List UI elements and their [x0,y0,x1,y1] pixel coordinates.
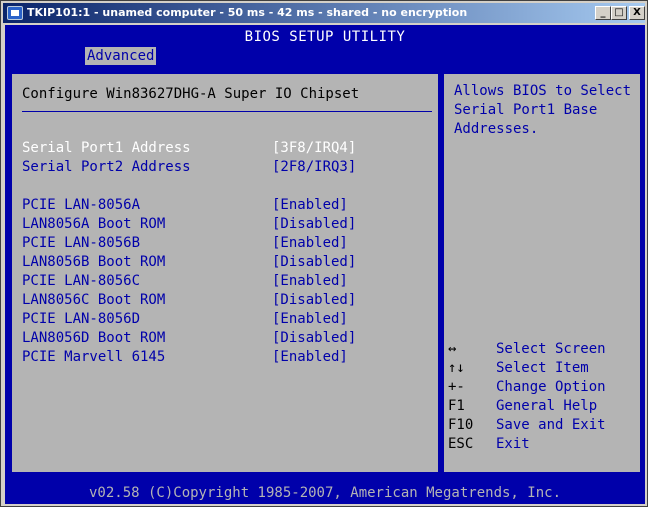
key-name: F10 [448,417,474,433]
setting-row[interactable]: PCIE LAN-8056C [Enabled] [22,272,432,291]
section-divider [22,111,432,112]
section-title: Configure Win83627DHG-A Super IO Chipset [22,86,360,102]
key-description: Save and Exit [496,417,606,433]
bios-screen: BIOS SETUP UTILITY Advanced Configure Wi… [5,25,645,504]
setting-label: PCIE LAN-8056C [22,273,141,289]
setting-value[interactable]: [Enabled] [272,348,348,367]
setting-value[interactable]: [Enabled] [272,272,348,291]
setting-label: PCIE LAN-8056A [22,197,141,213]
setting-label: LAN8056B Boot ROM [22,254,166,270]
key-name: +- [448,379,465,395]
tab-advanced[interactable]: Advanced [85,47,157,65]
setting-value[interactable]: [Disabled] [272,329,356,348]
setting-label: LAN8056C Boot ROM [22,292,166,308]
setting-value[interactable]: [2F8/IRQ3] [272,158,356,177]
key-legend-row: ↑↓ Select Item [448,359,640,378]
key-name: ↔ [448,341,457,357]
setting-row[interactable]: LAN8056C Boot ROM [Disabled] [22,291,432,310]
setting-value[interactable]: [Disabled] [272,291,356,310]
help-text: Allows BIOS to Select Serial Port1 Base … [454,83,632,137]
key-description: Select Item [496,360,589,376]
setting-value[interactable]: [3F8/IRQ4] [272,139,356,158]
setting-row[interactable]: PCIE LAN-8056A [Enabled] [22,196,432,215]
setting-row[interactable]: Serial Port1 Address [3F8/IRQ4] [22,139,432,158]
vnc-window: TKIP101:1 - unamed computer - 50 ms - 42… [0,0,648,507]
setting-row[interactable]: LAN8056D Boot ROM [Disabled] [22,329,432,348]
key-name: F1 [448,398,465,414]
bios-title: BIOS SETUP UTILITY [5,29,645,45]
bios-title-text: BIOS SETUP UTILITY [238,29,412,45]
vnc-app-icon[interactable] [7,6,23,20]
key-name: ESC [448,436,474,452]
window-titlebar[interactable]: TKIP101:1 - unamed computer - 50 ms - 42… [3,3,645,23]
setting-row[interactable]: PCIE Marvell 6145 [Enabled] [22,348,432,367]
key-legend-row: +- Change Option [448,378,640,397]
key-legend-row: F1 General Help [448,397,640,416]
setting-value[interactable]: [Enabled] [272,196,348,215]
key-description: Exit [496,436,530,452]
key-description: Change Option [496,379,606,395]
key-description: Select Screen [496,341,606,357]
setting-label: LAN8056D Boot ROM [22,330,166,346]
copyright-footer: v02.58 (C)Copyright 1985-2007, American … [88,485,561,501]
key-legend-row: ↔ Select Screen [448,340,640,359]
setting-label: Serial Port1 Address [22,140,191,156]
setting-value[interactable]: [Enabled] [272,234,348,253]
minimize-button[interactable]: _ [595,6,611,20]
setting-row[interactable]: PCIE LAN-8056B [Enabled] [22,234,432,253]
maximize-button[interactable]: □ [611,6,627,20]
key-name: ↑↓ [448,360,465,376]
setting-label: PCIE LAN-8056D [22,311,141,327]
setting-label: LAN8056A Boot ROM [22,216,166,232]
key-legend-row: ESC Exit [448,435,640,454]
setting-value[interactable]: [Disabled] [272,215,356,234]
setting-row[interactable]: Serial Port2 Address [2F8/IRQ3] [22,158,432,177]
setting-label: PCIE Marvell 6145 [22,349,166,365]
setting-label: Serial Port2 Address [22,159,191,175]
setting-value[interactable]: [Enabled] [272,310,348,329]
key-legend-row: F10 Save and Exit [448,416,640,435]
setting-value[interactable]: [Disabled] [272,253,356,272]
setting-row[interactable]: LAN8056B Boot ROM [Disabled] [22,253,432,272]
key-description: General Help [496,398,598,414]
help-panel: Allows BIOS to Select Serial Port1 Base … [442,72,642,474]
window-title: TKIP101:1 - unamed computer - 50 ms - 42… [27,6,468,19]
setting-row[interactable]: LAN8056A Boot ROM [Disabled] [22,215,432,234]
setting-row[interactable]: PCIE LAN-8056D [Enabled] [22,310,432,329]
close-button[interactable]: X [629,6,645,20]
setting-label: PCIE LAN-8056B [22,235,141,251]
settings-panel: Configure Win83627DHG-A Super IO Chipset… [10,72,440,474]
